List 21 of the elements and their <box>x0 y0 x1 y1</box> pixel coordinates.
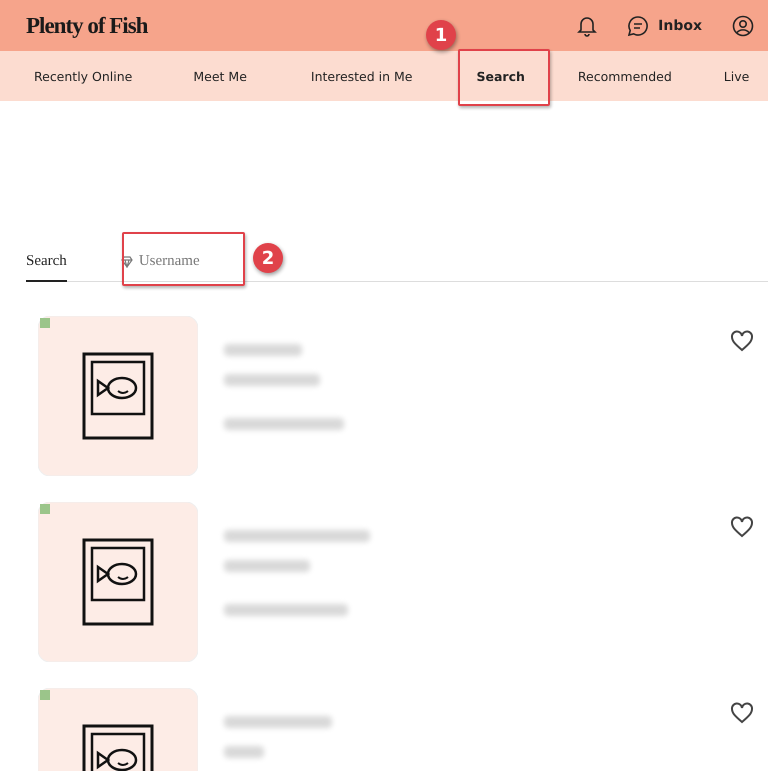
sub-tab[interactable]: Search <box>26 253 67 282</box>
nav-tab[interactable]: Interested in Me <box>296 51 427 101</box>
favorite-button[interactable] <box>730 330 754 354</box>
sub-tab[interactable]: Username <box>120 253 200 282</box>
blurred-text <box>224 746 264 758</box>
inbox-button[interactable]: Inbox <box>627 14 702 36</box>
nav-tab[interactable]: Search <box>462 51 539 101</box>
profile-button[interactable] <box>732 14 754 36</box>
notifications-button[interactable] <box>577 14 598 36</box>
user-icon <box>732 14 754 36</box>
bell-icon <box>577 14 598 36</box>
favorite-button[interactable] <box>730 702 754 726</box>
logo[interactable]: Plenty of Fish <box>26 12 148 38</box>
gem-icon <box>120 256 133 268</box>
favorite-button[interactable] <box>730 516 754 540</box>
nav-tab[interactable]: Recently Online <box>20 51 146 101</box>
nav-tab[interactable]: Recommended <box>564 51 686 101</box>
chat-icon <box>627 14 650 36</box>
nav-tab[interactable]: Live <box>710 51 750 101</box>
nav-tab[interactable]: Meet Me <box>179 51 261 101</box>
callout-badge: 2 <box>253 243 283 273</box>
